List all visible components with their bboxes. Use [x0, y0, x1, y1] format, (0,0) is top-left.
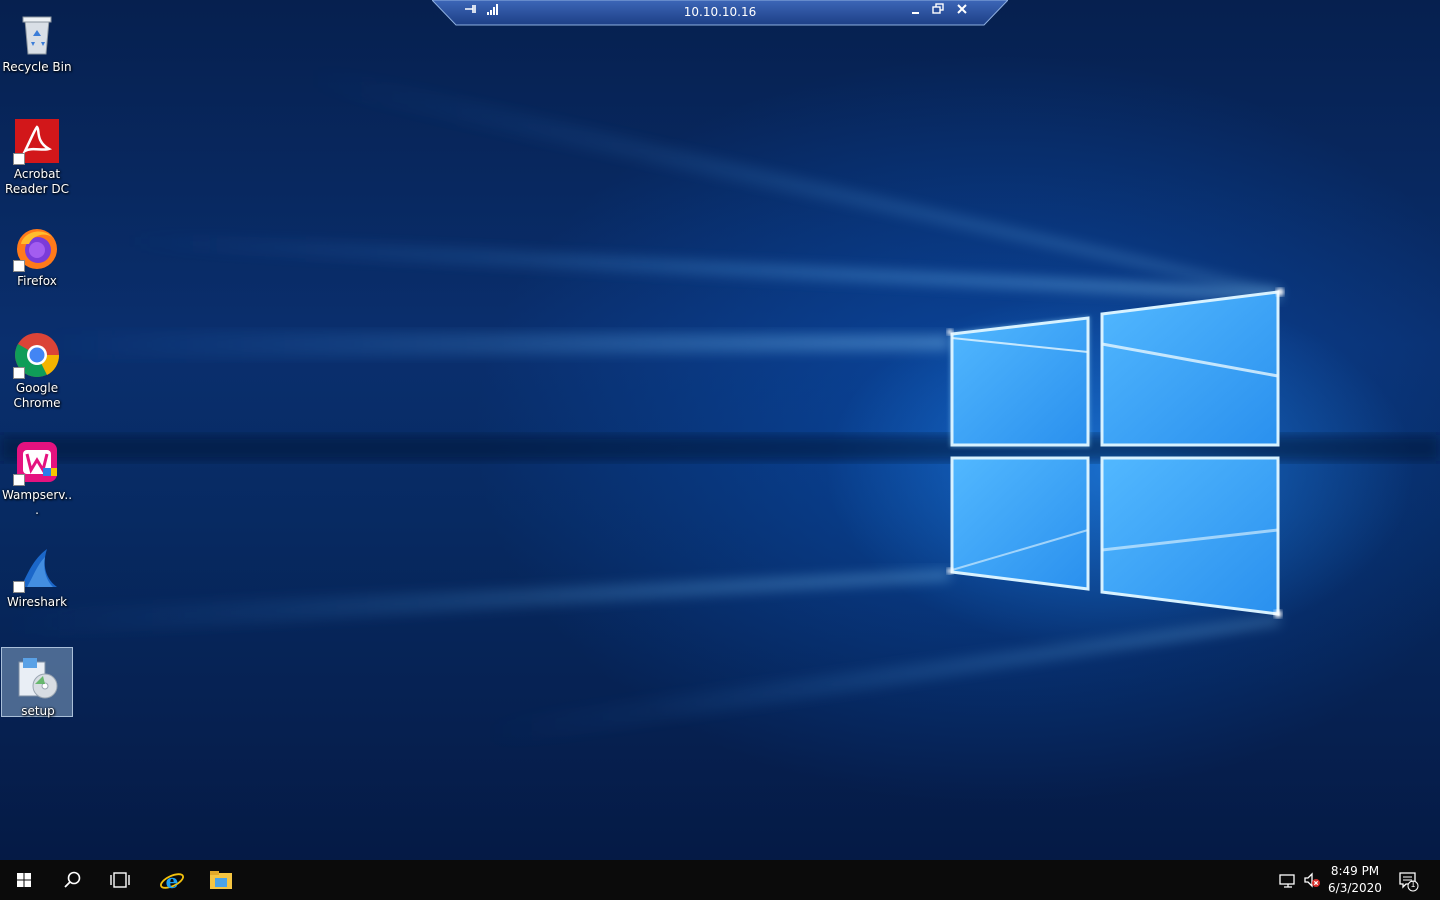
desktop-icon-label: Firefox: [17, 274, 57, 288]
shortcut-arrow-icon: [13, 474, 25, 486]
svg-text:e: e: [166, 869, 179, 893]
desktop-icon-label: Google Chrome: [13, 381, 61, 410]
setup-icon: [13, 654, 61, 702]
minimize-icon[interactable]: [910, 3, 930, 21]
notification-count: 1: [1410, 880, 1416, 889]
restore-icon[interactable]: [932, 3, 952, 21]
clock-time: 8:49 PM: [1330, 864, 1380, 878]
shortcut-arrow-icon: [13, 581, 25, 593]
search-button[interactable]: [48, 860, 96, 900]
desktop-icon-firefox[interactable]: Firefox: [1, 218, 73, 288]
desktop[interactable]: Recycle Bin Acrobat Reader DC Firefox Go…: [0, 0, 1440, 860]
start-button[interactable]: [0, 860, 48, 900]
start-icon: [17, 873, 31, 887]
file-explorer-button[interactable]: [196, 860, 244, 900]
firefox-icon: [13, 224, 61, 272]
desktop-icon-wireshark[interactable]: Wireshark: [1, 539, 73, 609]
shortcut-arrow-icon: [13, 260, 25, 272]
file-explorer-icon: [210, 871, 232, 889]
desktop-icon-chrome[interactable]: Google Chrome: [1, 325, 73, 411]
internet-explorer-button[interactable]: e: [147, 860, 195, 900]
desktop-icon-setup[interactable]: setup: [1, 647, 73, 718]
shortcut-arrow-icon: [13, 153, 25, 165]
volume-muted-icon[interactable]: [1302, 870, 1322, 890]
internet-explorer-icon: e: [160, 869, 184, 893]
clock[interactable]: 8:49 PM 6/3/2020: [1322, 863, 1388, 897]
close-icon[interactable]: [956, 3, 976, 21]
desktop-icon-recycle-bin[interactable]: Recycle Bin: [1, 4, 73, 74]
task-view-button[interactable]: [96, 860, 144, 900]
desktop-icon-label: Acrobat Reader DC: [5, 167, 69, 196]
chrome-icon: [13, 331, 61, 379]
clock-date: 6/3/2020: [1328, 881, 1382, 895]
shortcut-arrow-icon: [13, 367, 25, 379]
recycle-bin-icon: [13, 10, 61, 58]
search-icon: [64, 871, 81, 888]
acrobat-icon: [13, 117, 61, 165]
notification-icon[interactable]: 1: [1398, 870, 1420, 892]
task-view-icon: [110, 872, 130, 888]
desktop-icon-label: Recycle Bin: [2, 60, 72, 74]
desktop-icon-label: Wireshark: [6, 595, 68, 609]
desktop-icon-label: Wampserv...: [1, 488, 73, 517]
wireshark-icon: [13, 545, 61, 593]
network-icon[interactable]: [1278, 870, 1298, 890]
desktop-icon-acrobat[interactable]: Acrobat Reader DC: [1, 111, 73, 197]
remote-desktop-connection-bar[interactable]: 10.10.10.16: [432, 0, 1008, 26]
desktop-icon-wampserver[interactable]: Wampserv...: [1, 432, 73, 517]
wampserver-icon: [13, 438, 61, 486]
taskbar: e 8:49 PM 6/3/2020 1: [0, 860, 1440, 900]
windows-logo-wallpaper: [0, 60, 1440, 750]
desktop-icon-label: setup: [21, 704, 55, 718]
